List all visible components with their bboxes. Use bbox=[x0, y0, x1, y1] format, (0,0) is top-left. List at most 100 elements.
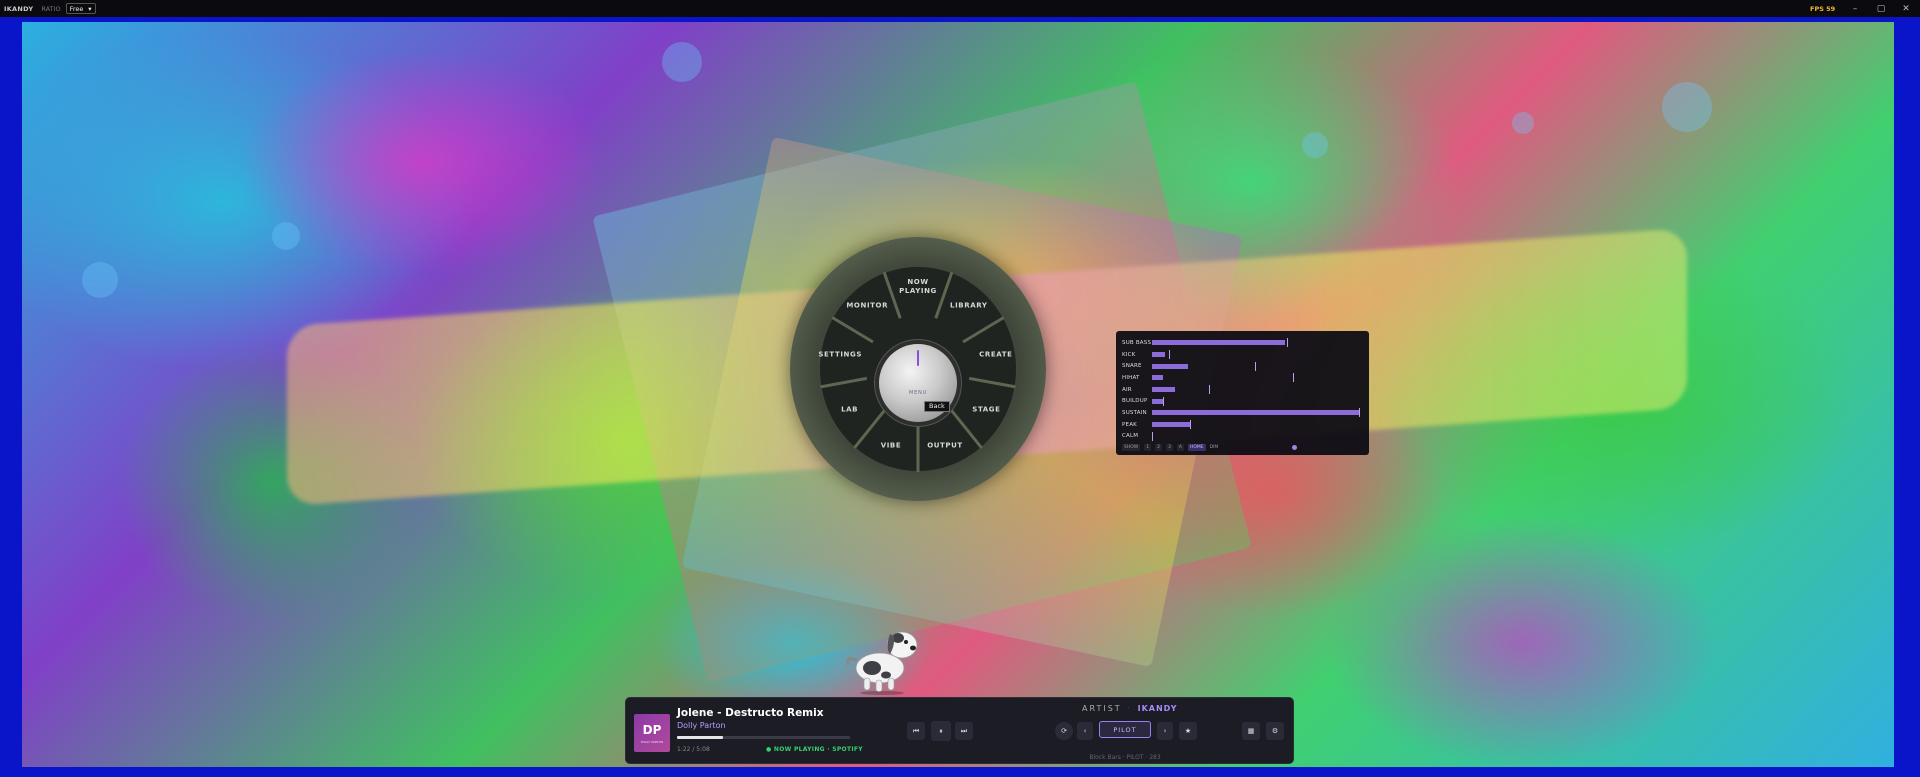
meter-fill bbox=[1152, 387, 1176, 393]
menu-divider bbox=[934, 271, 954, 319]
gear-icon: ⚙ bbox=[1271, 727, 1279, 735]
meter-fill bbox=[1152, 363, 1188, 369]
viz-bubble bbox=[1662, 82, 1712, 132]
menu-item-now-playing[interactable]: NOW PLAYING bbox=[899, 278, 937, 296]
menu-item-vibe[interactable]: VIBE bbox=[881, 442, 902, 451]
progress-fill bbox=[677, 736, 724, 739]
meter-track bbox=[1152, 361, 1363, 371]
cover-subtitle: DOLLY PARTON bbox=[640, 739, 664, 744]
meter-label: SUSTAIN bbox=[1122, 409, 1147, 416]
next-button[interactable]: ⏭ bbox=[955, 722, 973, 740]
mode-ikandy[interactable]: IKANDY bbox=[1138, 704, 1178, 713]
previous-button[interactable]: ⏮ bbox=[907, 722, 925, 740]
meter-row-buildup: BUILDUP bbox=[1122, 395, 1363, 407]
menu-item-library[interactable]: LIBRARY bbox=[950, 302, 987, 311]
meter-track bbox=[1152, 338, 1363, 348]
now-playing-source: ● NOW PLAYING · SPOTIFY bbox=[766, 746, 863, 753]
meter-label: SUB BASS bbox=[1122, 339, 1152, 346]
maximize-button[interactable]: ▢ bbox=[1871, 0, 1891, 17]
menu-item-output[interactable]: OUTPUT bbox=[927, 442, 963, 451]
meter-slider-handle[interactable] bbox=[1292, 445, 1298, 451]
previous-preset-button[interactable]: ‹ bbox=[1077, 722, 1093, 740]
meter-row-kick: KICK bbox=[1122, 349, 1363, 361]
pilot-button[interactable]: PILOT bbox=[1099, 721, 1151, 738]
preset-chip-a[interactable]: A bbox=[1176, 444, 1184, 452]
pause-button[interactable]: ⏸ bbox=[931, 721, 951, 741]
meter-label: BUILDUP bbox=[1122, 398, 1148, 405]
back-tooltip: Back bbox=[924, 401, 950, 412]
meter-peak-marker bbox=[1162, 396, 1164, 406]
show-toggle[interactable]: SHOW bbox=[1122, 444, 1141, 452]
viz-bubble bbox=[1512, 112, 1534, 134]
meter-label: PEAK bbox=[1122, 421, 1137, 428]
fps-counter: FPS 59 bbox=[1810, 4, 1836, 13]
menu-item-monitor[interactable]: MONITOR bbox=[846, 302, 888, 311]
meter-row-calm: CALM bbox=[1122, 431, 1363, 443]
meter-label: CALM bbox=[1122, 433, 1139, 440]
grid-icon: ▦ bbox=[1247, 727, 1255, 735]
refresh-icon: ⟳ bbox=[1061, 727, 1067, 735]
skip-forward-icon: ⏭ bbox=[960, 726, 968, 735]
preset-chip-2[interactable]: 2 bbox=[1155, 444, 1162, 452]
pause-icon: ⏸ bbox=[939, 726, 943, 735]
dog-mascot bbox=[846, 631, 918, 695]
meter-fill bbox=[1152, 398, 1163, 404]
title-bar: IKANDY RATIO Free ▾ FPS 59 – ▢ ✕ bbox=[0, 0, 1920, 17]
minimize-button[interactable]: – bbox=[1845, 0, 1865, 17]
preset-chip-1[interactable]: 1 bbox=[1144, 444, 1152, 452]
menu-divider bbox=[962, 316, 1005, 344]
knob-indicator bbox=[917, 350, 919, 366]
close-button[interactable]: ✕ bbox=[1896, 0, 1916, 17]
home-toggle[interactable]: HOME bbox=[1187, 444, 1206, 452]
meter-fill bbox=[1152, 352, 1165, 358]
meter-footer: SHOW 1 2 3 A HOME DIM bbox=[1122, 444, 1363, 452]
mode-separator: · bbox=[1127, 705, 1132, 712]
meter-row-air: AIR bbox=[1122, 384, 1363, 396]
ratio-label: RATIO bbox=[41, 4, 61, 13]
meter-track bbox=[1152, 373, 1363, 383]
meter-row-sub-bass: SUB BASS bbox=[1122, 337, 1363, 349]
settings-button[interactable]: ⚙ bbox=[1266, 722, 1284, 740]
skip-back-icon: ⏮ bbox=[912, 726, 920, 735]
grid-view-button[interactable]: ▦ bbox=[1242, 722, 1260, 740]
viz-bubble bbox=[1302, 132, 1328, 158]
meter-label: KICK bbox=[1122, 351, 1136, 358]
preset-info: Block Bars · PILOT · 283 bbox=[1089, 754, 1161, 761]
next-preset-button[interactable]: › bbox=[1157, 722, 1173, 740]
preset-chip-3[interactable]: 3 bbox=[1165, 444, 1173, 452]
meter-fill bbox=[1152, 422, 1190, 428]
menu-item-settings[interactable]: SETTINGS bbox=[818, 350, 862, 359]
menu-divider bbox=[968, 376, 1016, 389]
meter-peak-marker bbox=[1208, 385, 1210, 395]
menu-divider bbox=[882, 271, 902, 319]
track-time: 1:22 / 5:08 bbox=[677, 746, 710, 753]
meter-peak-marker bbox=[1287, 338, 1289, 348]
menu-item-lab[interactable]: LAB bbox=[841, 406, 858, 415]
mode-artist[interactable]: ARTIST bbox=[1082, 704, 1122, 713]
meter-row-peak: PEAK bbox=[1122, 419, 1363, 431]
meter-peak-marker bbox=[1189, 420, 1191, 430]
menu-item-create[interactable]: CREATE bbox=[979, 350, 1012, 359]
menu-item-stage[interactable]: STAGE bbox=[972, 406, 1000, 415]
meter-peak-marker bbox=[1168, 350, 1170, 360]
menu-divider bbox=[820, 376, 868, 389]
viz-bubble bbox=[82, 262, 118, 298]
meter-fill bbox=[1152, 340, 1285, 346]
track-artist[interactable]: Dolly Parton bbox=[677, 721, 726, 730]
meter-label: SNARE bbox=[1122, 363, 1142, 370]
meter-peak-marker bbox=[1152, 431, 1153, 441]
sync-button[interactable]: ⟳ bbox=[1055, 722, 1073, 740]
ratio-select[interactable]: Free ▾ bbox=[65, 3, 96, 14]
mode-switch[interactable]: ARTIST · IKANDY bbox=[1082, 704, 1178, 713]
meter-row-hihat: HIHAT bbox=[1122, 372, 1363, 384]
progress-bar[interactable] bbox=[677, 736, 850, 739]
dim-toggle[interactable]: DIM bbox=[1210, 445, 1219, 450]
app-logo: IKANDY bbox=[4, 4, 34, 13]
star-icon: ★ bbox=[1184, 727, 1192, 735]
favorite-button[interactable]: ★ bbox=[1179, 722, 1197, 740]
meter-row-sustain: SUSTAIN bbox=[1122, 407, 1363, 419]
meter-track bbox=[1152, 431, 1363, 441]
menu-divider bbox=[831, 316, 874, 344]
cover-initials: DP bbox=[642, 722, 662, 737]
meter-label: AIR bbox=[1122, 386, 1132, 393]
